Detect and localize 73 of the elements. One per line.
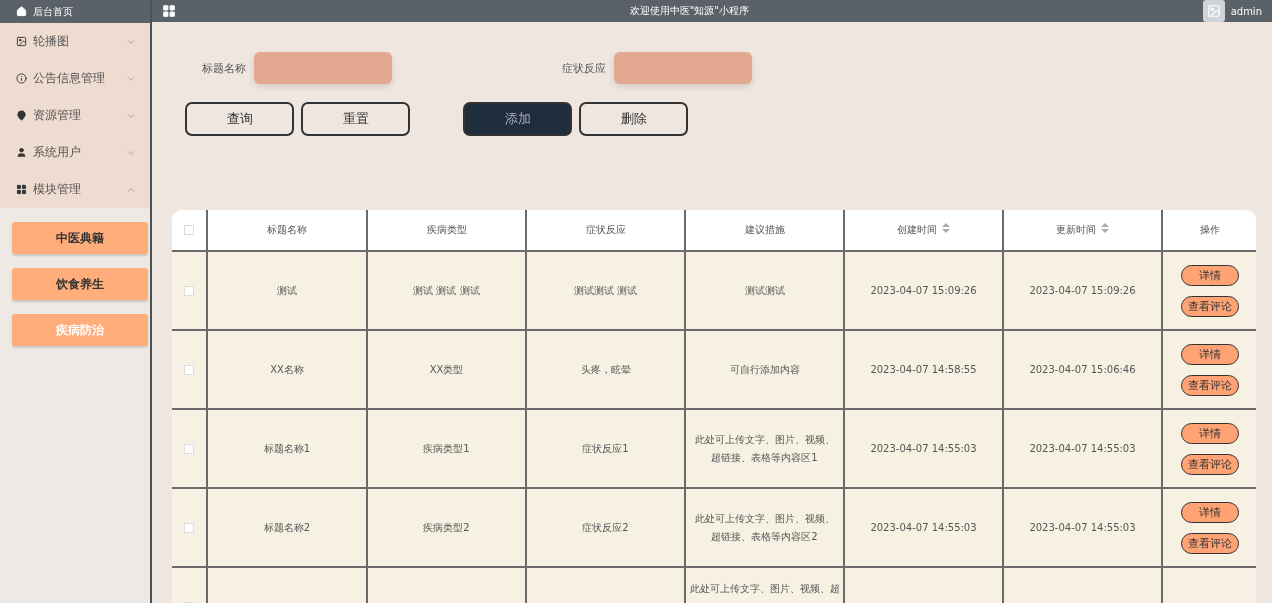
query-button[interactable]: 查询 — [185, 102, 294, 136]
details-button[interactable]: 详情 — [1180, 422, 1239, 444]
search-field[interactable] — [254, 52, 392, 84]
checkbox[interactable] — [184, 225, 194, 235]
info-icon — [16, 73, 27, 84]
table-cell-text: 疾病类型1 — [423, 441, 470, 456]
details-button[interactable]: 详情 — [1180, 343, 1239, 365]
checkbox[interactable] — [184, 364, 194, 375]
home-link[interactable]: 后台首页 — [33, 4, 73, 19]
details-button[interactable]: 详情 — [1180, 264, 1239, 286]
table-cell-text: 测试测试 测试 — [573, 283, 638, 298]
table-cell-text: 2023-04-07 14:55:03 — [870, 520, 977, 535]
table-cell-text: 2023-04-07 14:55:03 — [1029, 520, 1136, 535]
column-header: 疾病类型 — [426, 223, 467, 237]
table-cell-text: 测试 测试 测试 — [413, 283, 480, 298]
checkbox[interactable] — [184, 285, 194, 296]
search-field[interactable] — [614, 52, 752, 84]
pin-icon — [16, 110, 27, 121]
image-icon — [16, 36, 27, 47]
checkbox[interactable] — [184, 443, 194, 454]
comments-button[interactable]: 查看评论 — [1180, 295, 1239, 317]
table-cell-text: 2023-04-07 15:09:26 — [1029, 283, 1136, 298]
table-cell-text: 标题名称1 — [263, 441, 311, 456]
table-cell-text: XX类型 — [429, 362, 464, 377]
checkbox[interactable] — [184, 522, 194, 533]
table-cell-text: 2023-04-07 15:09:26 — [870, 283, 977, 298]
submenu-item[interactable]: 饮食养生 — [12, 268, 148, 300]
table-cell-text: 疾病类型2 — [423, 520, 470, 535]
table-cell-text: 此处可上传文字、图片、视频、超 — [689, 582, 840, 596]
table-cell-text: 此处可上传文字、图片、视频、超链接、表格等内容区2 — [693, 511, 836, 544]
comments-button[interactable]: 查看评论 — [1180, 374, 1239, 396]
column-header: 症状反应 — [585, 223, 626, 237]
table-cell-text: 2023-04-07 15:06:46 — [1029, 362, 1136, 377]
table-cell-text: 标题名称2 — [263, 520, 311, 535]
column-header[interactable]: 更新时间 — [1056, 221, 1109, 239]
table-cell-text: 测试 — [277, 283, 297, 298]
field-label: 症状反应 — [562, 60, 606, 76]
column-header[interactable]: 创建时间 — [897, 221, 950, 239]
reset-button[interactable]: 重置 — [301, 102, 410, 136]
avatar-icon[interactable] — [1202, 0, 1225, 22]
table-cell-text: 2023-04-07 14:55:03 — [870, 441, 977, 456]
table-cell-text: XX名称 — [270, 362, 304, 377]
table-cell-text: 2023-04-07 14:55:03 — [1029, 441, 1136, 456]
column-header: 操作 — [1199, 223, 1220, 237]
add-button[interactable]: 添加 — [463, 102, 572, 136]
table-cell-text: 头疼，眩晕 — [580, 362, 631, 377]
table-cell-text: 可自行添加内容 — [729, 362, 800, 377]
table-cell-text: 症状反应1 — [582, 441, 629, 456]
comments-button[interactable]: 查看评论 — [1180, 453, 1239, 475]
comments-button[interactable]: 查看评论 — [1180, 532, 1239, 554]
table-cell-text: 症状反应2 — [582, 520, 629, 535]
sort-icon[interactable] — [942, 223, 950, 233]
details-button[interactable]: 详情 — [1180, 501, 1239, 523]
menu-icon[interactable] — [162, 4, 176, 18]
user-name[interactable]: admin — [1230, 5, 1262, 17]
table-cell-text: 此处可上传文字、图片、视频、超链接、表格等内容区1 — [693, 432, 836, 465]
header-title: 欢迎使用中医"知源"小程序 — [628, 4, 750, 18]
grid-icon — [16, 184, 27, 195]
sidebar-menu-item[interactable]: 资源管理 — [0, 97, 150, 134]
table-cell-text: 测试测试 — [744, 283, 785, 298]
sidebar-menu-item[interactable]: 系统用户 — [0, 134, 150, 171]
sidebar-menu-item[interactable]: 轮播图 — [0, 23, 150, 60]
field-label: 标题名称 — [202, 60, 246, 76]
sort-icon[interactable] — [1101, 223, 1109, 233]
home-icon — [16, 6, 27, 17]
sidebar-menu-item[interactable]: 模块管理 — [0, 171, 150, 208]
submenu-item[interactable]: 中医典籍 — [12, 222, 148, 254]
delete-button[interactable]: 删除 — [579, 102, 688, 136]
column-header: 建议措施 — [744, 223, 785, 237]
table-cell-text: 2023-04-07 14:58:55 — [870, 362, 977, 377]
sidebar-menu-item[interactable]: 公告信息管理 — [0, 60, 150, 97]
user-icon — [16, 147, 27, 158]
column-header: 标题名称 — [267, 223, 307, 237]
